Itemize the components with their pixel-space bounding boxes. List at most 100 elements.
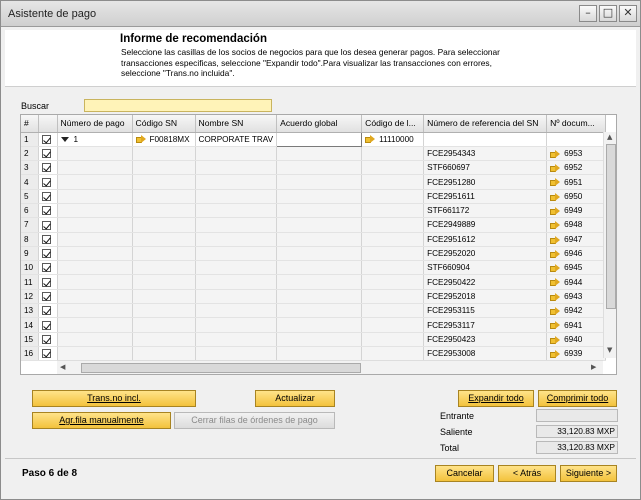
link-arrow-icon[interactable]: [550, 221, 561, 230]
checkbox-checked-icon[interactable]: [41, 349, 51, 359]
checkbox-checked-icon[interactable]: [41, 306, 51, 316]
cancel-button[interactable]: Cancelar: [435, 465, 494, 482]
global-agreement-cell[interactable]: [276, 131, 363, 147]
checkbox-checked-icon[interactable]: [41, 134, 51, 144]
doc-number-cell[interactable]: 6948: [546, 217, 607, 233]
scroll-down-icon[interactable]: ▼: [607, 346, 612, 354]
link-arrow-icon[interactable]: [550, 264, 561, 273]
table-row[interactable]: 7 FCE2949889 6948: [21, 217, 607, 233]
link-arrow-icon[interactable]: [550, 292, 561, 301]
trans-no-incl-button[interactable]: Trans.no incl.: [32, 390, 196, 407]
minimize-icon[interactable]: –: [579, 5, 597, 22]
row-select-checkbox[interactable]: [38, 246, 58, 262]
payment-number-cell[interactable]: 1: [57, 132, 133, 147]
link-arrow-icon[interactable]: [550, 249, 561, 258]
back-button[interactable]: < Atrás: [498, 465, 556, 482]
link-arrow-icon[interactable]: [550, 235, 561, 244]
col-bp-reference[interactable]: Número de referencia del SN: [423, 115, 548, 133]
comprimir-todo-button[interactable]: Comprimir todo: [538, 390, 617, 407]
vertical-scrollbar[interactable]: ▲ ▼: [603, 132, 616, 358]
table-row[interactable]: 11 FCE2950422 6944: [21, 274, 607, 290]
bp-name-cell[interactable]: CORPORATE TRAV: [195, 132, 278, 147]
col-bp-name[interactable]: Nombre SN: [195, 115, 278, 133]
checkbox-checked-icon[interactable]: [41, 292, 51, 302]
link-arrow-icon[interactable]: [135, 135, 146, 144]
checkbox-checked-icon[interactable]: [41, 177, 51, 187]
row-select-checkbox[interactable]: [38, 260, 58, 276]
checkbox-checked-icon[interactable]: [41, 277, 51, 287]
link-arrow-icon[interactable]: [550, 307, 561, 316]
row-select-checkbox[interactable]: [38, 346, 58, 362]
row-select-checkbox[interactable]: [38, 174, 58, 190]
expand-arrow-icon[interactable]: [60, 136, 69, 142]
row-select-checkbox[interactable]: [38, 189, 58, 204]
row-select-checkbox[interactable]: [38, 332, 58, 347]
doc-number-cell[interactable]: 6949: [546, 203, 607, 219]
doc-number-cell[interactable]: 6953: [546, 146, 607, 162]
col-account-code[interactable]: Código de l...: [361, 115, 425, 133]
col-payment-number[interactable]: Número de pago: [57, 115, 133, 133]
table-row[interactable]: 9 FCE2952020 6946: [21, 246, 607, 262]
row-select-checkbox[interactable]: [38, 132, 58, 147]
doc-number-cell[interactable]: 6940: [546, 332, 607, 347]
actualizar-button[interactable]: Actualizar: [255, 390, 335, 407]
link-arrow-icon[interactable]: [550, 192, 561, 201]
horizontal-scroll-thumb[interactable]: [81, 363, 361, 373]
close-icon[interactable]: ✕: [619, 5, 637, 22]
link-arrow-icon[interactable]: [550, 178, 561, 187]
checkbox-checked-icon[interactable]: [41, 234, 51, 244]
checkbox-checked-icon[interactable]: [41, 192, 51, 201]
link-arrow-icon[interactable]: [365, 135, 376, 144]
table-row[interactable]: 5 FCE2951611 6950: [21, 189, 607, 204]
col-select[interactable]: [38, 115, 58, 133]
doc-number-cell[interactable]: 6950: [546, 189, 607, 204]
table-row[interactable]: 14 FCE2953117 6941: [21, 317, 607, 333]
link-arrow-icon[interactable]: [550, 278, 561, 287]
doc-number-cell[interactable]: 6951: [546, 174, 607, 190]
link-arrow-icon[interactable]: [550, 149, 561, 158]
next-button[interactable]: Siguiente >: [560, 465, 617, 482]
link-arrow-icon[interactable]: [550, 164, 561, 173]
doc-number-cell[interactable]: 6941: [546, 317, 607, 333]
row-select-checkbox[interactable]: [38, 146, 58, 162]
col-bp-code[interactable]: Código SN: [132, 115, 196, 133]
scroll-left-icon[interactable]: ◀: [60, 363, 65, 371]
link-arrow-icon[interactable]: [550, 206, 561, 215]
doc-number-cell[interactable]: 6952: [546, 160, 607, 176]
table-row[interactable]: 6 STF661172 6949: [21, 203, 607, 219]
table-row[interactable]: 8 FCE2951612 6947: [21, 232, 607, 247]
expandir-todo-button[interactable]: Expandir todo: [458, 390, 534, 407]
checkbox-checked-icon[interactable]: [41, 334, 51, 344]
row-select-checkbox[interactable]: [38, 217, 58, 233]
table-row[interactable]: 16 FCE2953008 6939: [21, 346, 607, 362]
link-arrow-icon[interactable]: [550, 321, 561, 330]
doc-number-cell[interactable]: 6945: [546, 260, 607, 276]
col-doc-number[interactable]: Nº docum...: [546, 115, 607, 133]
checkbox-checked-icon[interactable]: [41, 163, 51, 173]
link-arrow-icon[interactable]: [550, 335, 561, 344]
doc-number-cell[interactable]: 6942: [546, 303, 607, 319]
doc-number-cell[interactable]: 6944: [546, 274, 607, 290]
checkbox-checked-icon[interactable]: [41, 149, 51, 159]
table-row[interactable]: 15 FCE2950423 6940: [21, 332, 607, 347]
horizontal-scrollbar[interactable]: ◀ ▶: [57, 360, 603, 374]
search-input[interactable]: [84, 99, 272, 112]
table-row[interactable]: 13 FCE2953115 6942: [21, 303, 607, 319]
table-row[interactable]: 4 FCE2951280 6951: [21, 174, 607, 190]
maximize-icon[interactable]: □: [599, 5, 617, 22]
row-select-checkbox[interactable]: [38, 203, 58, 219]
table-row[interactable]: 12 FCE2952018 6943: [21, 289, 607, 305]
row-select-checkbox[interactable]: [38, 303, 58, 319]
row-select-checkbox[interactable]: [38, 232, 58, 247]
checkbox-checked-icon[interactable]: [41, 220, 51, 230]
scroll-right-icon[interactable]: ▶: [591, 363, 596, 371]
table-row[interactable]: 1 1 F00818MX CORPORATE TRAV 11110000: [21, 131, 607, 147]
checkbox-checked-icon[interactable]: [41, 206, 51, 216]
account-code-cell[interactable]: 11110000: [361, 132, 425, 147]
row-select-checkbox[interactable]: [38, 160, 58, 176]
add-row-manually-button[interactable]: Agr.fila manualmente: [32, 412, 171, 429]
row-select-checkbox[interactable]: [38, 289, 58, 305]
vertical-scroll-thumb[interactable]: [606, 144, 616, 309]
doc-number-cell[interactable]: 6946: [546, 246, 607, 262]
checkbox-checked-icon[interactable]: [41, 249, 51, 259]
